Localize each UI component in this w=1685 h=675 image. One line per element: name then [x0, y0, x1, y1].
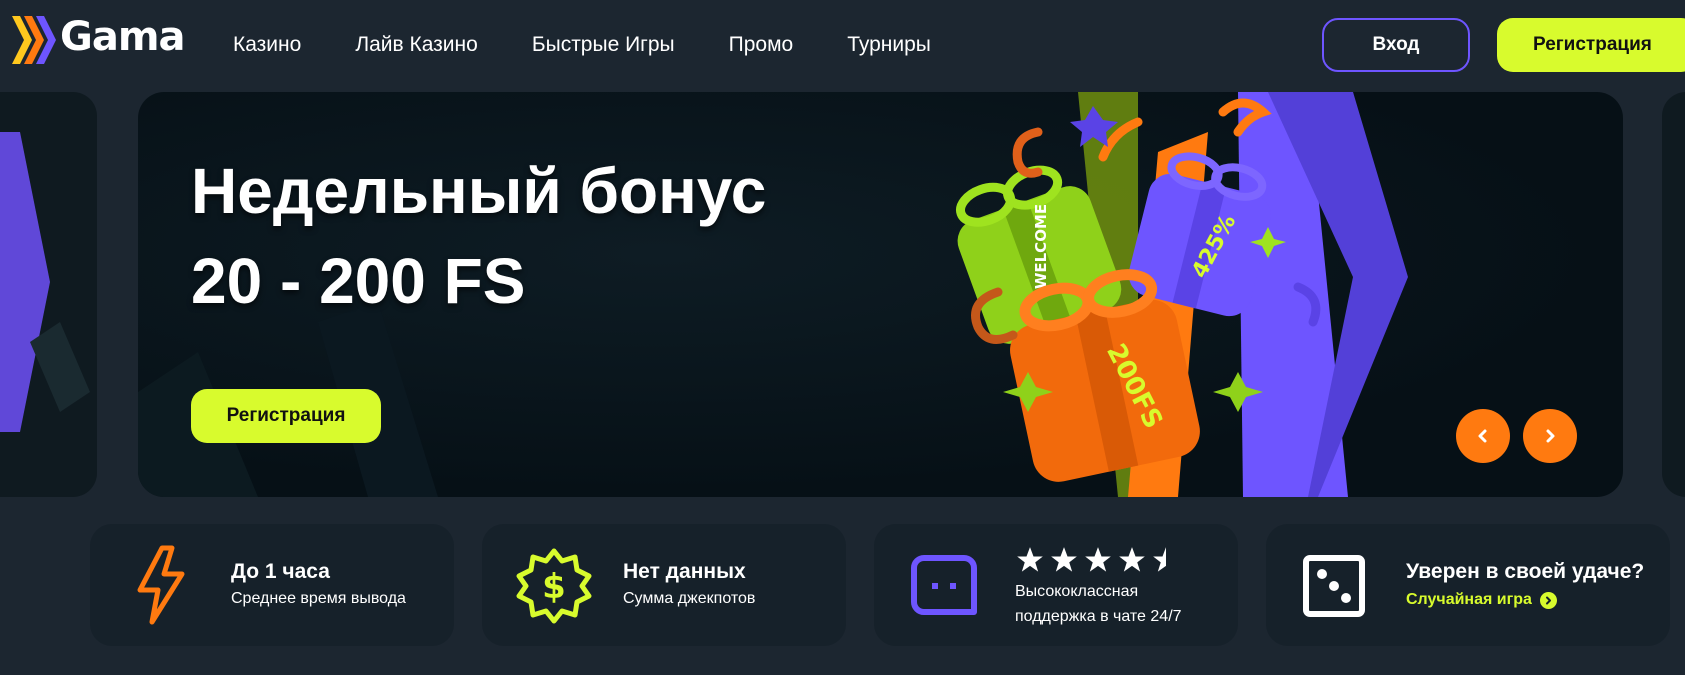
register-button[interactable]: Регистрация: [1497, 18, 1685, 72]
feature-card-random-game: Уверен в своей удаче? Случайная игра: [1266, 524, 1670, 646]
support-line-1: Высококлассная: [1015, 583, 1139, 600]
jackpot-label: Сумма джекпотов: [623, 590, 756, 607]
gift-label-welcome: WELCOME: [1032, 204, 1050, 289]
star-icon: [1085, 547, 1111, 572]
logo[interactable]: Gama: [10, 14, 185, 66]
nav-item-tournaments[interactable]: Турниры: [847, 30, 931, 60]
jackpot-value: Нет данных: [623, 560, 746, 583]
feature-card-jackpot: $ Нет данных Сумма джекпотов: [482, 524, 846, 646]
carousel-prev-slide-peek[interactable]: [0, 92, 97, 497]
gama-chevrons-icon: [12, 16, 56, 64]
feature-card-payout: До 1 часа Среднее время вывода: [90, 524, 454, 646]
random-game-link[interactable]: Случайная игра: [1406, 591, 1557, 609]
star-icon: [1051, 547, 1077, 572]
chevron-left-icon: [1478, 429, 1487, 443]
hero-banner: WELCOME 425% 200FS Недельный бонус 20 -: [138, 92, 1623, 497]
star-icon: [1119, 547, 1145, 572]
chevron-right-circle-icon: [1539, 591, 1557, 609]
carousel-next-button[interactable]: [1523, 409, 1577, 463]
lightning-icon: [137, 545, 185, 625]
nav-item-promo[interactable]: Промо: [729, 30, 794, 60]
carousel-next-slide-peek[interactable]: [1662, 92, 1685, 497]
payout-time-value: До 1 часа: [231, 560, 330, 583]
star-half-icon: [1153, 547, 1166, 572]
main-nav: Казино Лайв Казино Быстрые Игры Промо Ту…: [233, 30, 985, 60]
payout-time-label: Среднее время вывода: [231, 590, 406, 607]
nav-item-fast-games[interactable]: Быстрые Игры: [532, 30, 675, 60]
svg-text:$: $: [542, 567, 566, 607]
star-icon: [1017, 547, 1043, 572]
chat-bubble-icon: [911, 555, 977, 615]
chevron-right-icon: [1546, 429, 1555, 443]
feature-card-support: Высококлассная поддержка в чате 24/7: [874, 524, 1238, 646]
logo-text: Gama: [60, 14, 185, 60]
hero-register-button[interactable]: Регистрация: [191, 389, 381, 443]
random-game-link-label: Случайная игра: [1406, 591, 1532, 608]
site-header: Gama Казино Лайв Казино Быстрые Игры Про…: [0, 0, 1685, 90]
carousel-prev-button[interactable]: [1456, 409, 1510, 463]
login-button[interactable]: Вход: [1322, 18, 1470, 72]
hero-subtitle: 20 - 200 FS: [191, 245, 526, 317]
support-line-2: поддержка в чате 24/7: [1015, 608, 1182, 625]
support-rating: [1016, 546, 1180, 574]
random-game-title: Уверен в своей удаче?: [1406, 560, 1645, 583]
hero-title: Недельный бонус: [191, 155, 767, 227]
nav-item-live-casino[interactable]: Лайв Казино: [355, 30, 478, 60]
slide-peek-art: [0, 132, 90, 432]
dollar-badge-icon: $: [516, 548, 592, 624]
nav-item-casino[interactable]: Казино: [233, 30, 301, 60]
dice-icon: [1303, 555, 1365, 617]
